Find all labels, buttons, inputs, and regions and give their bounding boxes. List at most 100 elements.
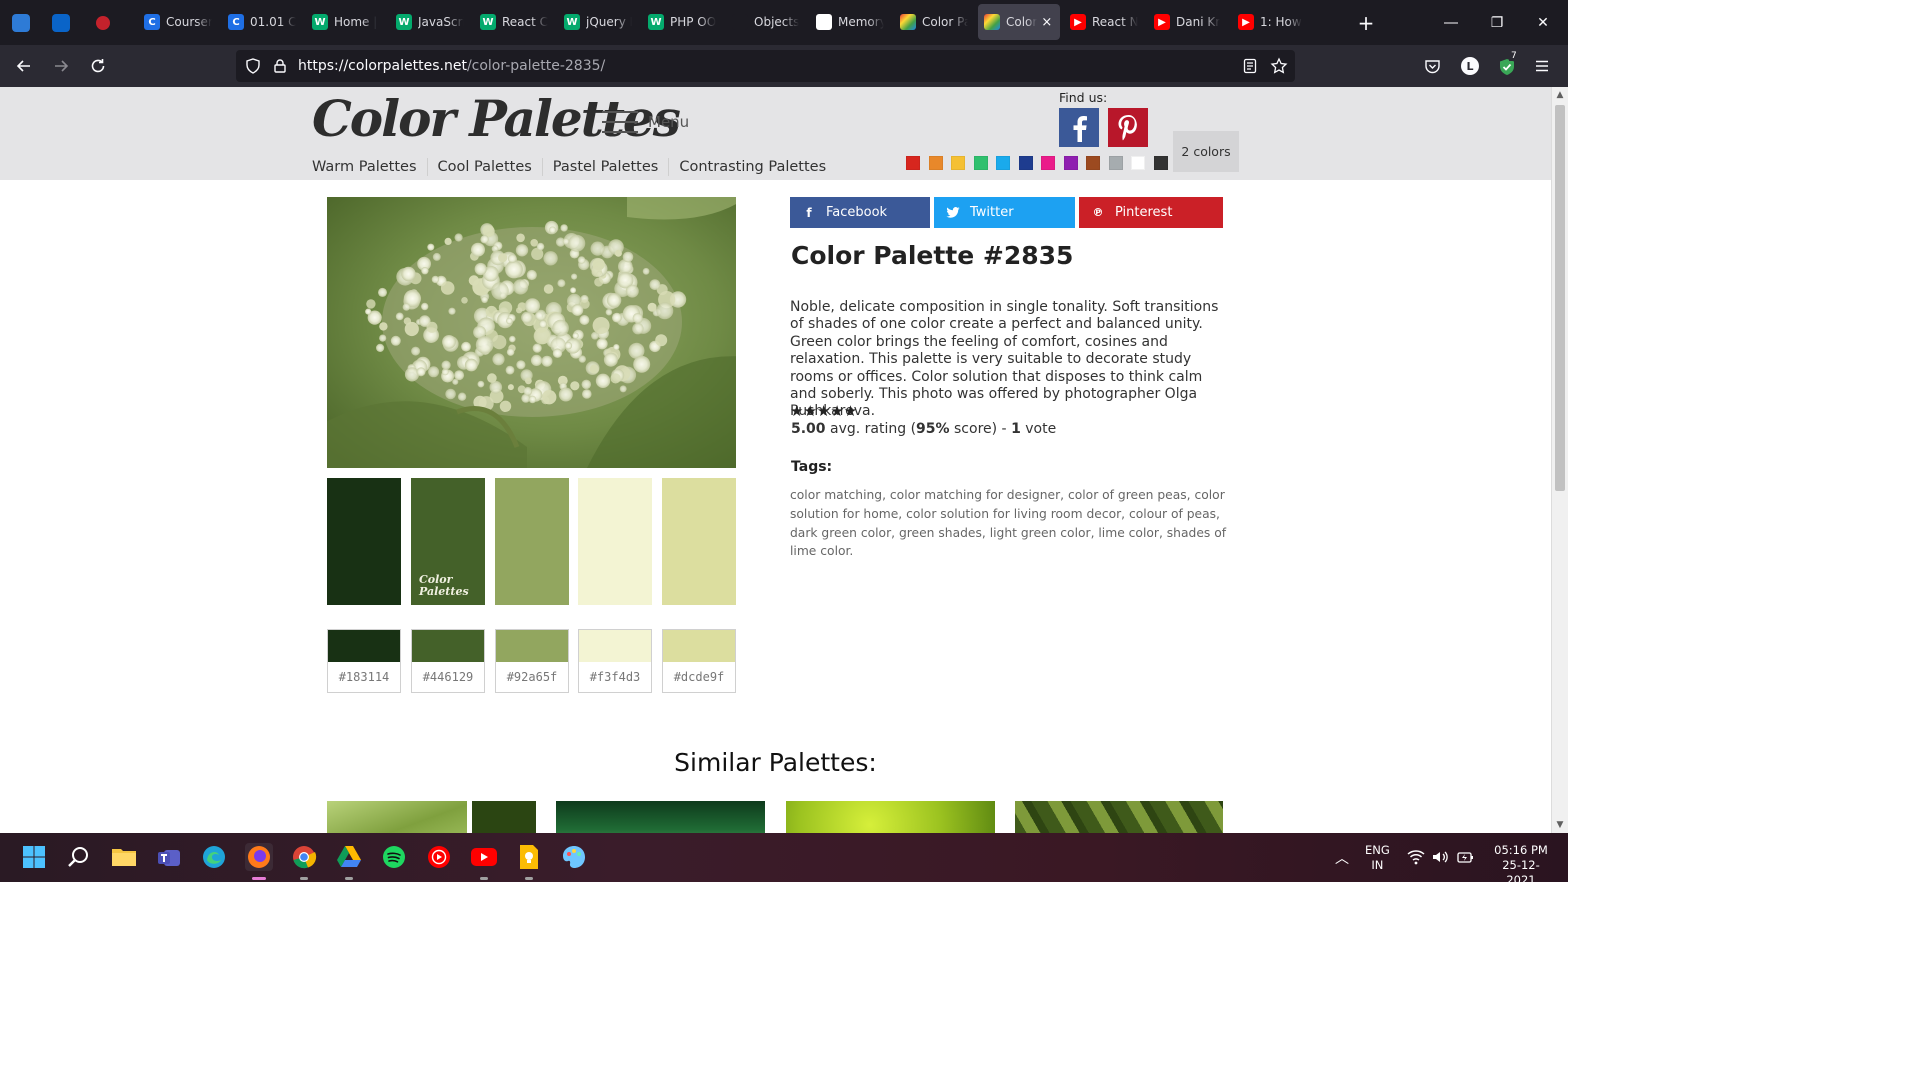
similar-palette-thumb-2[interactable]	[556, 801, 765, 833]
browser-tab[interactable]: W Home |	[306, 4, 386, 40]
browser-tab[interactable]: C Courser	[138, 4, 218, 40]
nav-pastel-palettes[interactable]: Pastel Palettes	[543, 158, 670, 176]
taskbar-edge[interactable]	[200, 843, 228, 871]
nav-warm-palettes[interactable]: Warm Palettes	[312, 158, 428, 176]
similar-palette-thumb-4[interactable]	[1015, 801, 1223, 833]
account-avatar[interactable]: L	[1461, 57, 1479, 75]
pinterest-page-link[interactable]	[1108, 108, 1148, 147]
color-filter-swatch[interactable]	[996, 156, 1010, 170]
browser-tab[interactable]: Color Pa	[894, 4, 974, 40]
hex-chip-4[interactable]: #f3f4d3	[578, 629, 652, 693]
swatch-3[interactable]	[495, 478, 569, 605]
taskbar-search-button[interactable]	[65, 843, 93, 871]
color-filter-swatch[interactable]	[1018, 156, 1033, 170]
nav-contrasting-palettes[interactable]: Contrasting Palettes	[669, 158, 836, 176]
nav-cool-palettes[interactable]: Cool Palettes	[428, 158, 543, 176]
battery-charging-icon[interactable]	[1456, 849, 1474, 865]
color-filter-swatch[interactable]	[1063, 156, 1078, 170]
taskbar-file-explorer[interactable]	[110, 843, 138, 871]
taskbar-youtube[interactable]	[470, 843, 498, 880]
extension-shield-button[interactable]: 7	[1497, 51, 1519, 77]
taskbar-youtube-music[interactable]	[425, 843, 453, 871]
color-filter-swatch[interactable]	[1041, 156, 1055, 170]
color-filter-swatch[interactable]	[1153, 156, 1168, 170]
share-twitter-button[interactable]: Twitter	[934, 197, 1075, 228]
color-filter-swatch[interactable]	[973, 156, 988, 170]
browser-tab[interactable]: ▶ React N	[1064, 4, 1144, 40]
minimize-window-button[interactable]: ―	[1428, 0, 1474, 45]
share-facebook-button[interactable]: f Facebook	[790, 197, 930, 228]
scrollbar-thumb[interactable]	[1555, 105, 1565, 491]
taskbar-firefox[interactable]	[245, 843, 273, 880]
share-pinterest-button[interactable]: ℗ Pinterest	[1079, 197, 1223, 228]
color-filter-swatch[interactable]	[1108, 156, 1123, 170]
scroll-up-arrow-icon[interactable]: ▲	[1552, 87, 1568, 103]
color-filter-swatch[interactable]	[928, 156, 943, 170]
browser-tab[interactable]: C 01.01 Co	[222, 4, 302, 40]
pocket-icon[interactable]	[1424, 58, 1441, 75]
color-filter-swatch[interactable]	[1086, 156, 1100, 170]
browser-tab[interactable]: W JavaScri	[390, 4, 470, 40]
volume-icon[interactable]	[1431, 849, 1449, 865]
restore-window-button[interactable]: ❐	[1474, 0, 1520, 45]
color-filter-swatch[interactable]	[906, 156, 920, 170]
wifi-icon[interactable]	[1407, 849, 1425, 865]
similar-palette-thumb-1-swatch[interactable]	[472, 801, 536, 833]
start-button[interactable]	[20, 843, 48, 871]
address-bar[interactable]: https://colorpalettes.net/color-palette-…	[236, 50, 1295, 82]
swatch-2[interactable]: Color Palettes	[411, 478, 485, 605]
browser-tab[interactable]: ▶ 1: How	[1232, 4, 1312, 40]
reader-view-icon[interactable]	[1242, 58, 1258, 74]
close-window-button[interactable]: ✕	[1520, 0, 1566, 45]
facebook-page-link[interactable]	[1059, 108, 1099, 147]
bookmark-star-icon[interactable]	[1270, 57, 1288, 75]
hex-chip-2[interactable]: #446129	[411, 629, 485, 693]
swatch-1[interactable]	[327, 478, 401, 605]
lock-icon[interactable]	[272, 58, 288, 74]
tags-list[interactable]: color matching, color matching for desig…	[790, 486, 1230, 561]
reload-button[interactable]	[82, 50, 114, 82]
new-tab-button[interactable]: +	[1344, 0, 1388, 45]
show-hidden-icons-chevron-icon[interactable]: ︿	[1335, 848, 1349, 868]
browser-tab[interactable]: W PHP OO	[642, 4, 722, 40]
app-menu-button[interactable]	[1534, 58, 1550, 74]
pinned-tab-outlook[interactable]	[44, 0, 78, 45]
color-filter-swatch[interactable]	[1131, 156, 1145, 170]
rating-stars[interactable]: ★★★★★	[790, 402, 857, 420]
browser-tab[interactable]: Objects	[726, 4, 806, 40]
hex-chip-3[interactable]: #92a65f	[495, 629, 569, 693]
swatch-5[interactable]	[662, 478, 736, 605]
taskbar-google-keep[interactable]	[515, 843, 543, 880]
menu-button[interactable]: Menu	[602, 109, 689, 135]
hex-code-1[interactable]: #183114	[328, 662, 400, 692]
taskbar-chrome[interactable]	[290, 843, 318, 880]
tracking-protection-shield-icon[interactable]	[244, 57, 262, 75]
browser-tab[interactable]: WjQuery E	[558, 4, 638, 40]
browser-tab[interactable]: Color ×	[978, 4, 1060, 40]
color-filter-swatch[interactable]	[951, 156, 965, 170]
pinned-tab-extension[interactable]	[4, 0, 38, 45]
hex-chip-1[interactable]: #183114	[327, 629, 401, 693]
similar-palette-thumb-1[interactable]	[327, 801, 467, 833]
browser-tab[interactable]: W React C	[474, 4, 554, 40]
hex-chip-5[interactable]: #dcde9f	[662, 629, 736, 693]
hex-code-2[interactable]: #446129	[412, 662, 484, 692]
hex-code-3[interactable]: #92a65f	[496, 662, 568, 692]
swatch-4[interactable]	[578, 478, 652, 605]
clock[interactable]: 05:16 PM 25-12-2021	[1488, 843, 1554, 888]
browser-tab[interactable]: ▶ Dani Kr	[1148, 4, 1228, 40]
close-tab-icon[interactable]: ×	[1041, 15, 1052, 30]
forward-button[interactable]	[45, 50, 77, 82]
taskbar-teams[interactable]	[155, 843, 183, 871]
pinned-tab-screen-recorder[interactable]	[86, 0, 120, 45]
taskbar-spotify[interactable]	[380, 843, 408, 871]
similar-palette-thumb-3[interactable]	[786, 801, 995, 833]
scroll-down-arrow-icon[interactable]: ▼	[1552, 817, 1568, 833]
page-scrollbar[interactable]: ▲ ▼	[1551, 87, 1568, 833]
browser-tab[interactable]: Memory	[810, 4, 890, 40]
hex-code-4[interactable]: #f3f4d3	[579, 662, 651, 692]
taskbar-google-drive[interactable]	[335, 843, 363, 880]
language-indicator[interactable]: ENG IN	[1365, 843, 1390, 873]
hex-code-5[interactable]: #dcde9f	[663, 662, 735, 692]
colors-count-button[interactable]: 2 colors	[1173, 131, 1239, 172]
